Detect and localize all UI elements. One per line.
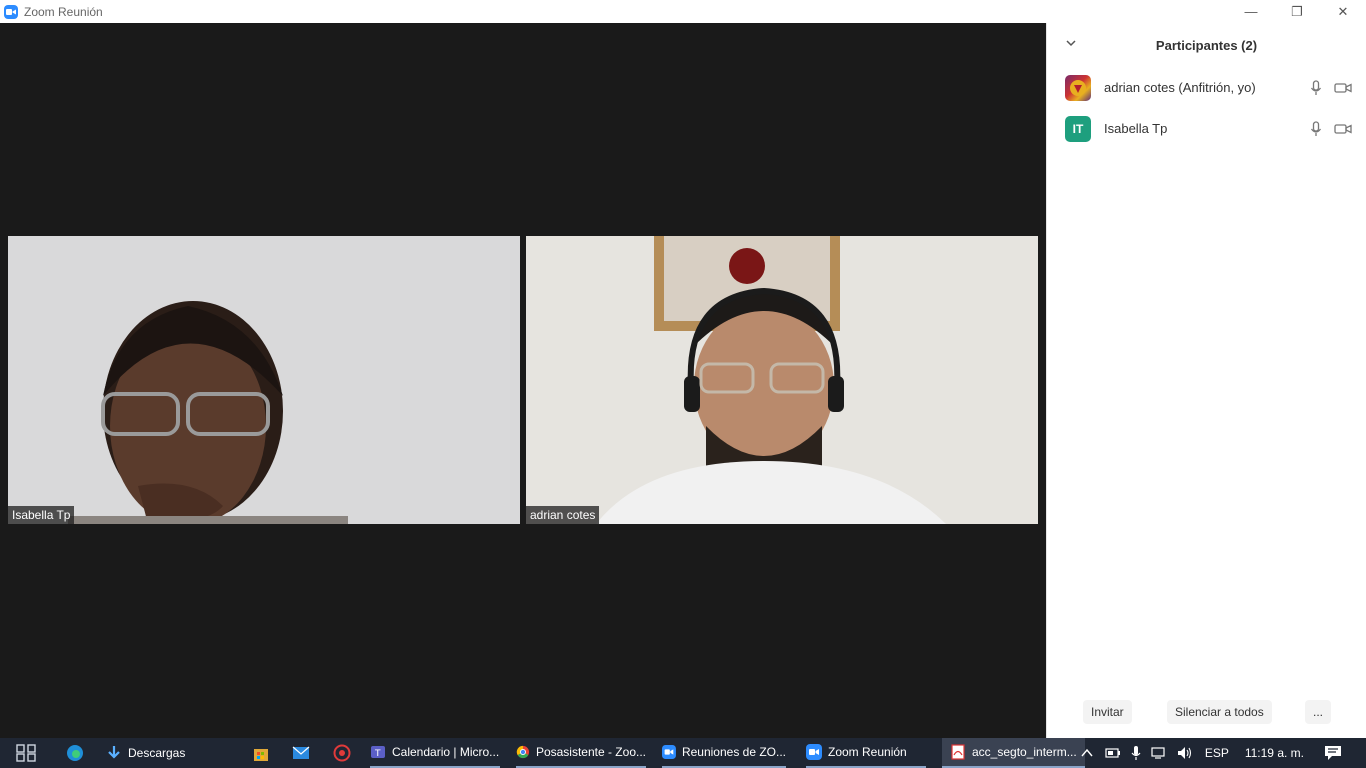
taskbar-item-acc-segto[interactable]: acc_segto_interm... bbox=[942, 738, 1085, 768]
video-tile-adrian[interactable]: adrian cotes bbox=[526, 236, 1038, 524]
network-icon[interactable] bbox=[1151, 746, 1167, 760]
pdf-icon bbox=[951, 744, 965, 760]
participant-name: adrian cotes (Anfitrión, yo) bbox=[1104, 80, 1256, 95]
taskbar-item-posasistente[interactable]: Posasistente - Zoo... bbox=[516, 738, 646, 768]
edge-button[interactable] bbox=[66, 738, 84, 768]
video-feed-adrian bbox=[526, 236, 1038, 524]
gear-icon bbox=[333, 744, 351, 762]
mail-icon bbox=[292, 746, 310, 759]
edge-icon bbox=[67, 745, 83, 761]
app-button[interactable] bbox=[333, 738, 351, 768]
restore-icon: ❐ bbox=[1291, 3, 1303, 19]
participants-header: Participantes (2) bbox=[1047, 23, 1366, 67]
taskbar-item-descargas[interactable]: Descargas bbox=[106, 738, 185, 768]
zoom-icon bbox=[806, 744, 822, 760]
zoom-icon bbox=[4, 4, 18, 19]
teams-icon: T bbox=[371, 746, 385, 759]
microphone-icon[interactable] bbox=[1310, 120, 1322, 137]
title-bar: Zoom Reunión — ❐ ✕ bbox=[0, 0, 1366, 23]
participants-panel: Participantes (2) adrian cotes (Anfitrió… bbox=[1046, 23, 1366, 738]
svg-text:T: T bbox=[374, 749, 381, 759]
video-gallery: Isabella Tp adrian cotes bbox=[0, 23, 1046, 738]
video-tile-isabella[interactable]: Isabella Tp bbox=[8, 236, 520, 524]
taskbar-item-zoom-reunion[interactable]: Zoom Reunión bbox=[806, 738, 926, 768]
clock[interactable]: 11:19 a. m. bbox=[1245, 746, 1304, 760]
taskbar-label: Zoom Reunión bbox=[828, 745, 907, 759]
download-icon bbox=[108, 746, 120, 759]
close-button[interactable]: ✕ bbox=[1320, 0, 1366, 23]
chevron-down-icon[interactable] bbox=[1065, 37, 1077, 49]
language-indicator[interactable]: ESP bbox=[1205, 746, 1229, 760]
task-view-icon bbox=[16, 744, 36, 762]
taskbar-label: acc_segto_interm... bbox=[972, 745, 1077, 759]
microphone-icon[interactable] bbox=[1310, 79, 1322, 96]
chrome-icon bbox=[516, 745, 530, 759]
notification-icon[interactable] bbox=[1324, 745, 1342, 761]
task-view-button[interactable] bbox=[16, 738, 36, 768]
participant-name: Isabella Tp bbox=[1104, 121, 1168, 136]
taskbar-item-calendario[interactable]: T Calendario | Micro... bbox=[370, 738, 500, 768]
taskbar-item-reuniones[interactable]: Reuniones de ZO... bbox=[662, 738, 786, 768]
more-button[interactable]: ... bbox=[1305, 700, 1332, 724]
volume-icon[interactable] bbox=[1177, 746, 1193, 760]
participants-title: Participantes (2) bbox=[1155, 37, 1258, 53]
participant-row[interactable]: adrian cotes (Anfitrión, yo) bbox=[1047, 67, 1366, 108]
video-camera-icon[interactable] bbox=[1334, 82, 1352, 94]
mail-button[interactable] bbox=[292, 738, 310, 768]
close-icon: ✕ bbox=[1337, 3, 1349, 19]
taskbar-label: Descargas bbox=[128, 746, 186, 760]
taskbar-label: Calendario | Micro... bbox=[392, 745, 500, 759]
microphone-icon[interactable] bbox=[1131, 745, 1141, 761]
video-feed-isabella bbox=[8, 236, 520, 524]
video-camera-icon[interactable] bbox=[1334, 123, 1352, 135]
video-name-tag: Isabella Tp bbox=[8, 506, 75, 524]
chevron-up-icon[interactable] bbox=[1081, 748, 1093, 758]
minimize-icon: — bbox=[1244, 4, 1258, 19]
window-title: Zoom Reunión bbox=[24, 4, 103, 19]
minimize-button[interactable]: — bbox=[1228, 0, 1274, 23]
mute-all-button[interactable]: Silenciar a todos bbox=[1167, 700, 1272, 724]
store-icon bbox=[254, 749, 268, 761]
avatar bbox=[1065, 74, 1091, 101]
participants-footer: Invitar Silenciar a todos ... bbox=[1047, 700, 1366, 726]
taskbar: Descargas T Calendario | Micro... Posasi… bbox=[0, 738, 1366, 768]
avatar: IT bbox=[1065, 115, 1091, 142]
system-tray: ESP 11:19 a. m. bbox=[1081, 738, 1366, 768]
invite-button[interactable]: Invitar bbox=[1083, 700, 1132, 724]
video-name-tag: adrian cotes bbox=[526, 506, 600, 524]
restore-button[interactable]: ❐ bbox=[1274, 0, 1320, 23]
participant-row[interactable]: IT Isabella Tp bbox=[1047, 108, 1366, 149]
battery-icon[interactable] bbox=[1105, 748, 1121, 758]
taskbar-label: Posasistente - Zoo... bbox=[535, 745, 646, 759]
store-button[interactable] bbox=[252, 738, 270, 768]
taskbar-label: Reuniones de ZO... bbox=[681, 745, 786, 759]
zoom-icon bbox=[662, 745, 676, 759]
